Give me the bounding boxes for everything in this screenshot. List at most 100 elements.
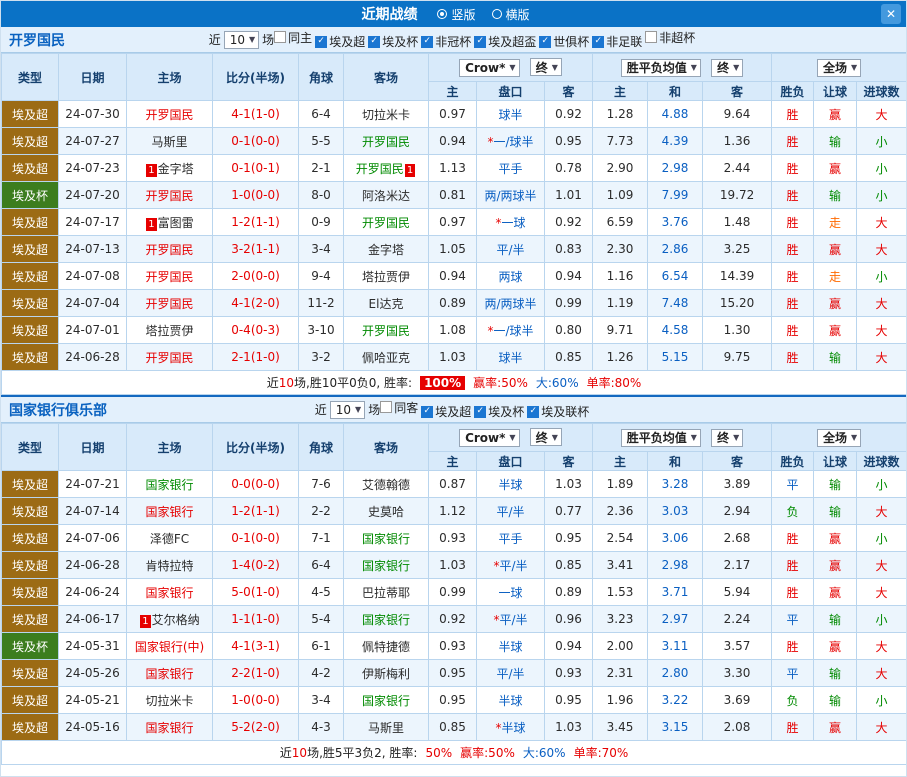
recent-count-select[interactable]: 10▼: [224, 31, 259, 49]
league-cell: 埃及杯: [2, 633, 59, 660]
line-text: 平/半: [496, 667, 524, 681]
bookmaker-select[interactable]: Crow*▼: [459, 429, 520, 447]
filter-option[interactable]: 非超杯: [645, 29, 695, 46]
filter-option[interactable]: ✓埃及联杯: [527, 403, 589, 420]
score-cell: 5-2(2-0): [213, 714, 299, 741]
col-corner: 角球: [299, 54, 344, 101]
select-value: 10: [336, 403, 351, 417]
handicap-result-cell: 输: [814, 498, 857, 525]
asian-line-cell: *平/半: [477, 606, 545, 633]
chevron-down-icon: ▼: [509, 63, 515, 72]
filter-option[interactable]: ✓埃及杯: [368, 33, 418, 50]
corner-cell: 6-4: [299, 552, 344, 579]
checkbox-unchecked-icon: [380, 401, 392, 413]
filter-option[interactable]: 同主: [274, 29, 312, 46]
euro-draw-odds-cell: 7.99: [648, 182, 703, 209]
chevron-down-icon: ▼: [355, 405, 361, 414]
asian-home-odds-cell: 0.89: [429, 290, 477, 317]
scope-header: 全场▼: [772, 424, 907, 452]
asian-final-select[interactable]: 终▼: [530, 428, 562, 446]
asian-home-odds-cell: 1.05: [429, 236, 477, 263]
handicap-result-cell: 输: [814, 344, 857, 371]
goals-result-cell: 大: [857, 209, 907, 236]
result-cell: 平: [772, 606, 814, 633]
view-mode-option[interactable]: 横版: [492, 6, 530, 23]
euro-home-odds-cell: 1.19: [593, 290, 648, 317]
asian-home-odds-cell: 0.92: [429, 606, 477, 633]
away-team-cell: 开罗国民: [344, 317, 429, 344]
asian-line-cell: 球半: [477, 344, 545, 371]
col-type: 类型: [2, 54, 59, 101]
team-name: 开罗国民: [145, 243, 193, 257]
footer-segment: 赢率:50%: [460, 746, 515, 760]
asian-line-cell: *一/球半: [477, 317, 545, 344]
home-team-cell: 开罗国民: [127, 290, 213, 317]
handicap-result-cell: 赢: [814, 633, 857, 660]
close-icon[interactable]: ✕: [881, 4, 901, 24]
home-team-cell: 国家银行(中): [127, 633, 213, 660]
away-team-cell: 开罗国民: [344, 128, 429, 155]
date-cell: 24-05-21: [59, 687, 127, 714]
bookmaker-select[interactable]: Crow*▼: [459, 59, 520, 77]
team-name: 巴拉蒂耶: [362, 586, 410, 600]
team-name: 艾德翰德: [362, 478, 410, 492]
section-title-bar: 开罗国民 近 10▼ 场 同主✓埃及超✓埃及杯✓非冠杯✓埃及超盃✓世俱杯✓非足联…: [1, 27, 906, 53]
goals-result-cell: 大: [857, 714, 907, 741]
away-team-cell: 切拉米卡: [344, 101, 429, 128]
team-name: 国家银行: [145, 505, 193, 519]
league-cell: 埃及超: [2, 498, 59, 525]
section-title: 开罗国民: [9, 30, 65, 50]
euro-odds-select[interactable]: 胜平负均值▼: [621, 59, 701, 77]
recent-count-select[interactable]: 10 ▼: [330, 401, 365, 419]
euro-odds-header: 胜平负均值▼ 终▼: [593, 54, 772, 82]
filter-option[interactable]: ✓非足联: [592, 33, 642, 50]
filter-option[interactable]: ✓埃及杯: [474, 403, 524, 420]
date-cell: 24-07-01: [59, 317, 127, 344]
col-euro-draw: 和: [648, 452, 703, 471]
filter-option[interactable]: ✓埃及超盃: [474, 33, 536, 50]
section-filters: 近 10▼ 场 同客✓埃及超✓埃及杯✓埃及联杯: [315, 399, 593, 421]
goals-result-cell: 大: [857, 660, 907, 687]
handicap-result-cell: 输: [814, 471, 857, 498]
col-asian-away: 客: [545, 82, 593, 101]
filter-option[interactable]: ✓世俱杯: [539, 33, 589, 50]
league-cell: 埃及超: [2, 236, 59, 263]
asian-home-odds-cell: 1.08: [429, 317, 477, 344]
away-team-cell: 塔拉贾伊: [344, 263, 429, 290]
result-cell: 胜: [772, 552, 814, 579]
col-euro-home: 主: [593, 452, 648, 471]
team-name: 阿洛米达: [362, 189, 410, 203]
chevron-down-icon: ▼: [552, 63, 558, 72]
home-team-cell: 开罗国民: [127, 236, 213, 263]
filter-option[interactable]: 同客: [380, 399, 418, 416]
euro-odds-select[interactable]: 胜平负均值▼: [621, 429, 701, 447]
team-name: 国家银行: [145, 478, 193, 492]
line-text: 平/半: [499, 559, 527, 573]
section-title: 国家银行俱乐部: [9, 400, 107, 420]
score-cell: 0-0(0-0): [213, 471, 299, 498]
table-row: 埃及超24-07-171富图雷1-2(1-1)0-9开罗国民0.97*一球0.9…: [2, 209, 907, 236]
league-cell: 埃及超: [2, 263, 59, 290]
col-asian-line: 盘口: [477, 82, 545, 101]
scope-select[interactable]: 全场▼: [817, 59, 861, 77]
asian-line-cell: 两/两球半: [477, 182, 545, 209]
goals-result-cell: 小: [857, 687, 907, 714]
score-cell: 1-0(0-0): [213, 182, 299, 209]
chevron-down-icon: ▼: [733, 433, 739, 442]
euro-final-select[interactable]: 终▼: [711, 429, 743, 447]
filter-option[interactable]: ✓埃及超: [315, 33, 365, 50]
asian-home-odds-cell: 1.03: [429, 552, 477, 579]
euro-away-odds-cell: 14.39: [703, 263, 772, 290]
corner-cell: 0-9: [299, 209, 344, 236]
score-cell: 1-2(1-1): [213, 498, 299, 525]
filter-option[interactable]: ✓非冠杯: [421, 33, 471, 50]
scope-select[interactable]: 全场▼: [817, 429, 861, 447]
result-cell: 平: [772, 471, 814, 498]
select-value: 全场: [823, 59, 847, 76]
red-card-badge: 1: [405, 164, 415, 177]
view-mode-option[interactable]: 竖版: [437, 6, 475, 23]
home-team-cell: 切拉米卡: [127, 687, 213, 714]
euro-final-select[interactable]: 终▼: [711, 59, 743, 77]
filter-option[interactable]: ✓埃及超: [421, 403, 471, 420]
asian-final-select[interactable]: 终▼: [530, 58, 562, 76]
